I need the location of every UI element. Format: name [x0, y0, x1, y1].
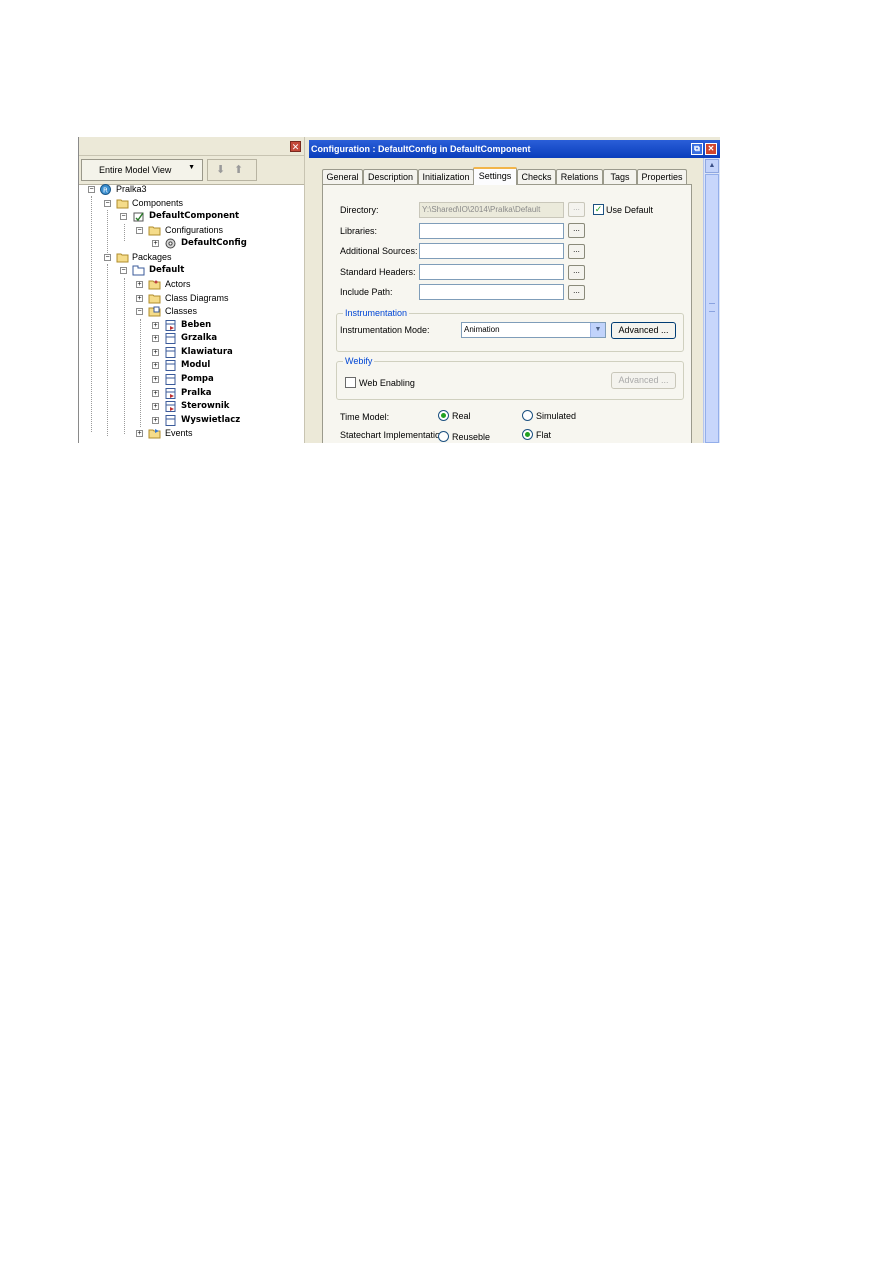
package-icon [132, 265, 145, 276]
standard-headers-label: Standard Headers: [340, 267, 416, 277]
arrow-down-icon[interactable]: ⬇ [216, 163, 225, 176]
time-model-real-label: Real [452, 411, 471, 421]
tab-description[interactable]: Description [363, 169, 418, 184]
tab-checks[interactable]: Checks [517, 169, 556, 184]
view-selector-dropdown[interactable]: Entire Model View ▼ [81, 159, 203, 181]
instrumentation-group-title: Instrumentation [343, 308, 410, 318]
chevron-down-icon[interactable]: ▼ [590, 323, 605, 337]
time-model-simulated-radio[interactable] [522, 410, 533, 421]
tab-initialization[interactable]: Initialization [418, 169, 474, 184]
scroll-up-icon[interactable]: ▲ [705, 159, 719, 173]
class-icon [165, 374, 176, 385]
active-class-icon [165, 320, 176, 331]
folder-icon [148, 226, 161, 236]
class-icon [165, 415, 176, 426]
tab-settings[interactable]: Settings [473, 167, 517, 185]
additional-sources-field[interactable] [419, 243, 564, 259]
time-model-real-radio[interactable] [438, 410, 449, 421]
folder-icon [116, 253, 129, 263]
use-default-label: Use Default [606, 205, 654, 215]
statechart-implementation-label: Statechart Implementation: [340, 430, 448, 440]
statechart-flat-label: Flat [536, 430, 552, 440]
statechart-reuseable-label: Reuseble [452, 432, 491, 442]
component-icon [133, 212, 144, 222]
web-enabling-label: Web Enabling [359, 378, 415, 388]
webify-group: Webify ✓ Web Enabling Advanced ... [336, 356, 684, 400]
libraries-label: Libraries: [340, 226, 378, 236]
event-folder-icon [148, 429, 161, 439]
directory-label: Directory: [340, 205, 379, 215]
instrumentation-group: Instrumentation Instrumentation Mode: An… [336, 308, 684, 352]
vertical-scrollbar[interactable]: ▲ [703, 158, 720, 443]
standard-headers-field[interactable] [419, 264, 564, 280]
active-class-icon [165, 388, 176, 399]
dialog-title: Configuration : DefaultConfig in Default… [311, 144, 531, 154]
actor-folder-icon [148, 280, 161, 290]
close-icon[interactable]: ✕ [290, 141, 301, 152]
instrumentation-mode-select[interactable]: Animation ▼ [461, 322, 606, 338]
include-path-field[interactable] [419, 284, 564, 300]
folder-icon [116, 199, 129, 209]
class-folder-icon [148, 306, 161, 317]
libraries-field[interactable] [419, 223, 564, 239]
navigation-buttons: ⬇ ⬆ [207, 159, 257, 181]
additional-sources-browse-button[interactable]: ... [568, 244, 585, 259]
close-icon[interactable]: ✕ [705, 143, 717, 155]
features-dialog: Configuration : DefaultConfig in Default… [309, 137, 720, 443]
folder-icon [148, 294, 161, 304]
restore-icon[interactable]: ⧉ [691, 143, 703, 155]
browser-toolbar: Entire Model View ▼ ⬇ ⬆ [79, 156, 305, 185]
libraries-browse-button[interactable]: ... [568, 223, 585, 238]
web-enabling-checkbox[interactable]: ✓ [345, 377, 356, 388]
tab-tags[interactable]: Tags [603, 169, 637, 184]
settings-panel: Directory: Y:\Shared\IO\2014\Pralka\Defa… [322, 184, 692, 443]
time-model-simulated-label: Simulated [536, 411, 577, 421]
instrumentation-mode-label: Instrumentation Mode: [340, 325, 430, 335]
chevron-down-icon: ▼ [188, 164, 195, 171]
statechart-reuseable-radio[interactable] [438, 431, 449, 442]
svg-text:R: R [103, 187, 108, 195]
instrumentation-advanced-button[interactable]: Advanced ... [611, 322, 676, 339]
webify-group-title: Webify [343, 356, 375, 366]
include-path-label: Include Path: [340, 287, 393, 297]
scroll-thumb[interactable] [705, 174, 719, 443]
screenshot-region: ✕ Entire Model View ▼ ⬇ ⬆ − R Pralka3 − … [78, 137, 720, 443]
additional-sources-label: Additional Sources: [340, 246, 418, 256]
model-browser-pane: ✕ Entire Model View ▼ ⬇ ⬆ − R Pralka3 − … [78, 137, 305, 443]
config-gear-icon [165, 238, 176, 249]
include-path-browse-button[interactable]: ... [568, 285, 585, 300]
directory-field[interactable]: Y:\Shared\IO\2014\Pralka\Default [419, 202, 564, 218]
active-class-icon [165, 401, 176, 412]
time-model-label: Time Model: [340, 412, 390, 422]
model-tree: − R Pralka3 − Components − DefaultCompon… [88, 184, 247, 439]
class-icon [165, 360, 176, 371]
class-icon [165, 347, 176, 358]
view-selector-label: Entire Model View [99, 165, 172, 175]
standard-headers-browse-button[interactable]: ... [568, 265, 585, 280]
dialog-titlebar: Configuration : DefaultConfig in Default… [309, 140, 720, 158]
tab-relations[interactable]: Relations [556, 169, 603, 184]
use-default-checkbox[interactable]: ✓ [593, 204, 604, 215]
class-icon [165, 333, 176, 344]
tab-general[interactable]: General [322, 169, 363, 184]
arrow-up-icon[interactable]: ⬆ [234, 163, 243, 176]
statechart-flat-radio[interactable] [522, 429, 533, 440]
project-icon: R [100, 184, 111, 195]
browser-titlebar: ✕ [79, 137, 305, 156]
webify-advanced-button[interactable]: Advanced ... [611, 372, 676, 389]
directory-browse-button[interactable]: ... [568, 202, 585, 217]
tab-properties[interactable]: Properties [637, 169, 687, 184]
instrumentation-mode-value: Animation [464, 325, 500, 334]
